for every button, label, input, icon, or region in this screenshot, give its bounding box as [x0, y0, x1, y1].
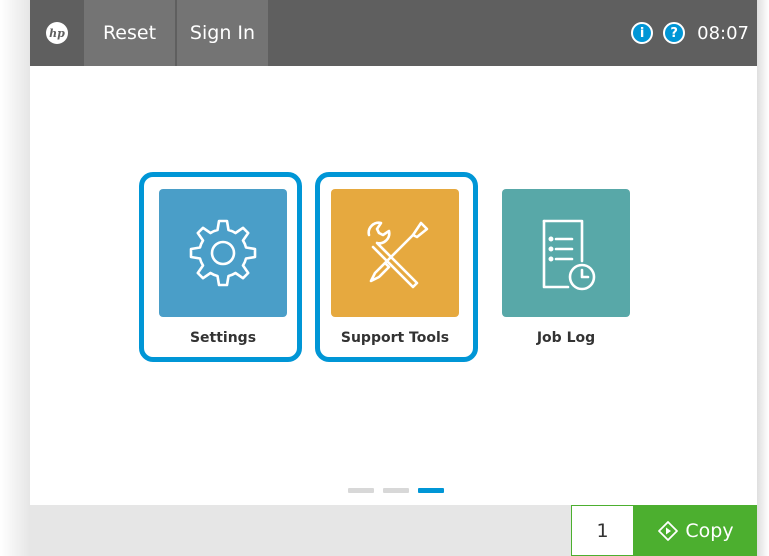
gear-icon [189, 219, 257, 287]
copy-button[interactable]: Copy [634, 505, 757, 556]
info-icon[interactable]: i [631, 22, 654, 44]
support-tools-tile[interactable] [331, 189, 459, 317]
job-log-tile[interactable] [502, 189, 630, 317]
copy-button-label: Copy [685, 519, 734, 542]
top-bar: hp Reset Sign In i ? 08:07 [30, 0, 757, 66]
frame-shadow-left [0, 0, 30, 556]
help-icon[interactable]: ? [663, 22, 686, 44]
page-dot-3[interactable] [418, 488, 444, 493]
page-dot-2[interactable] [383, 488, 409, 493]
job-log-icon [542, 219, 596, 291]
sign-in-button[interactable]: Sign In [177, 0, 268, 66]
copies-count-field[interactable]: 1 [571, 505, 634, 556]
home-button[interactable]: hp [30, 0, 84, 66]
tools-icon [367, 221, 429, 289]
support-tools-label: Support Tools [340, 330, 450, 346]
clock: 08:07 [697, 22, 749, 44]
topbar-right-group: i ? 08:07 [631, 0, 749, 66]
job-log-label: Job Log [536, 330, 596, 346]
device-frame: hp Reset Sign In i ? 08:07 Settings Supp… [0, 0, 769, 556]
settings-label: Settings [189, 330, 257, 346]
reset-button[interactable]: Reset [84, 0, 175, 66]
page-dot-1[interactable] [348, 488, 374, 493]
frame-shadow-right [755, 0, 769, 556]
control-panel-screen: hp Reset Sign In i ? 08:07 Settings Supp… [30, 0, 757, 556]
hp-logo-icon: hp [46, 22, 68, 44]
page-indicator [348, 488, 444, 493]
settings-tile[interactable] [159, 189, 287, 317]
start-diamond-icon [658, 520, 679, 541]
